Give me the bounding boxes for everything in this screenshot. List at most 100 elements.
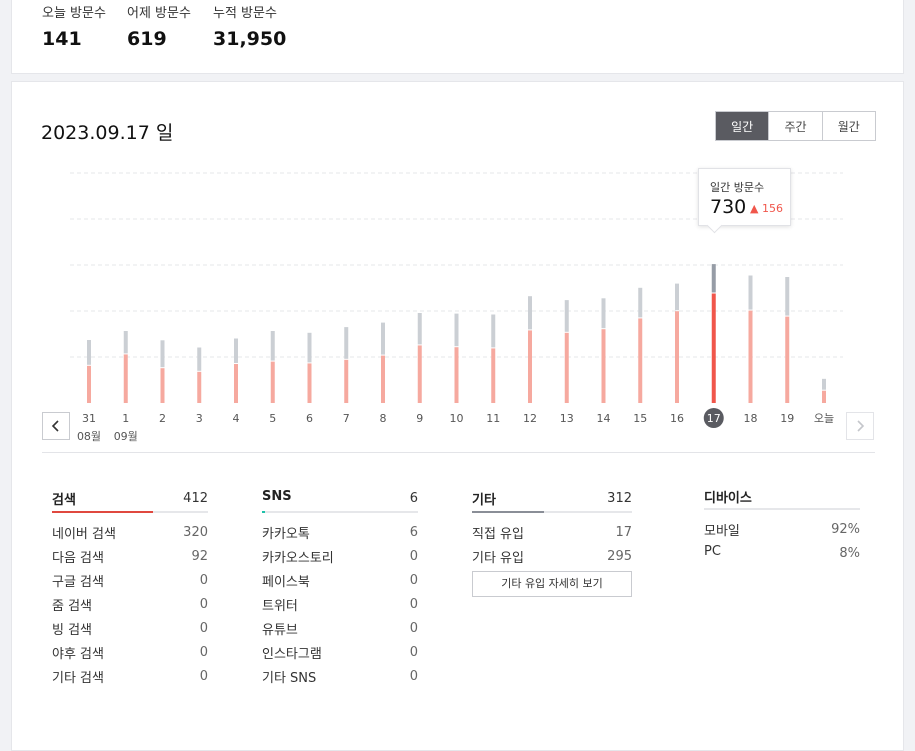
- search-row: 네이버 검색 320: [52, 518, 208, 542]
- panel-sns-total: 6: [409, 491, 418, 506]
- bar-total[interactable]: [491, 314, 496, 348]
- bar-visits[interactable]: [234, 364, 238, 403]
- bar-visits[interactable]: [748, 310, 753, 403]
- bar-total[interactable]: [87, 340, 91, 365]
- bar-total[interactable]: [307, 332, 312, 363]
- sns-row: 기타 SNS 0: [262, 662, 418, 686]
- tooltip-label: 일간 방문수: [710, 181, 765, 194]
- bar-visits[interactable]: [307, 363, 312, 403]
- panel-search-title: 검색: [52, 493, 76, 508]
- x-tick-label[interactable]: 8: [380, 412, 387, 425]
- sns-row-value: 0: [409, 621, 418, 636]
- search-row-value: 320: [183, 525, 208, 540]
- bar-total[interactable]: [197, 347, 202, 371]
- bar-total[interactable]: [381, 322, 385, 355]
- panel-etc-total: 312: [607, 491, 632, 506]
- x-tick-label[interactable]: 18: [744, 412, 758, 425]
- x-tick-label[interactable]: 3: [196, 412, 203, 425]
- tooltip-delta-value: 156: [761, 202, 783, 215]
- bar-visits[interactable]: [711, 293, 716, 404]
- search-row: 구글 검색 0: [52, 566, 208, 590]
- chart-prev-button[interactable]: [42, 412, 70, 440]
- bar-visits[interactable]: [638, 318, 643, 403]
- stat-total-value: 31,950: [213, 28, 287, 50]
- x-tick-label[interactable]: 9: [416, 412, 423, 425]
- x-tick-label[interactable]: 13: [560, 412, 574, 425]
- bar-visits[interactable]: [344, 359, 349, 403]
- chevron-left-icon: [51, 420, 59, 432]
- x-tick-label[interactable]: 12: [523, 412, 537, 425]
- search-row: 줌 검색 0: [52, 590, 208, 614]
- panel-etc: 기타 312 직접 유입 17 기타 유입 295 기타 유입 자세히 보기: [472, 477, 632, 597]
- bar-total[interactable]: [528, 296, 532, 330]
- bar-total[interactable]: [234, 338, 238, 364]
- x-tick-label[interactable]: 17: [707, 412, 721, 425]
- bar-visits[interactable]: [123, 354, 128, 403]
- x-tick-label[interactable]: 4: [233, 412, 240, 425]
- device-row-value: 8%: [839, 546, 860, 561]
- chart-tooltip: 일간 방문수 730 ▲ 156: [698, 168, 791, 226]
- bar-visits[interactable]: [601, 329, 606, 403]
- x-tick-label[interactable]: 14: [597, 412, 611, 425]
- bar-total[interactable]: [123, 331, 128, 354]
- bar-total[interactable]: [601, 298, 606, 329]
- panel-search: 검색 412 네이버 검색 320 다음 검색 92 구글 검색 0 줌 검색 0 빙 …: [52, 477, 208, 686]
- chart-next-button[interactable]: [846, 412, 874, 440]
- x-tick-label[interactable]: 5: [269, 412, 276, 425]
- x-tick-label[interactable]: 11: [486, 412, 500, 425]
- bar-visits[interactable]: [87, 365, 91, 403]
- bar-total[interactable]: [785, 277, 790, 316]
- etc-detail-button[interactable]: 기타 유입 자세히 보기: [472, 571, 632, 597]
- bar-visits[interactable]: [160, 368, 165, 403]
- x-tick-label[interactable]: 1: [122, 412, 129, 425]
- stat-yesterday-label: 어제 방문수: [127, 6, 191, 21]
- search-row-label: 기타 검색: [52, 671, 104, 686]
- x-tick-label[interactable]: 15: [633, 412, 647, 425]
- sns-row-label: 페이스북: [262, 575, 310, 590]
- bar-total[interactable]: [417, 313, 422, 345]
- bar-visits[interactable]: [564, 332, 569, 403]
- x-tick-label[interactable]: 31: [82, 412, 96, 425]
- bar-total[interactable]: [270, 331, 275, 361]
- bar-visits[interactable]: [675, 311, 679, 403]
- search-row-label: 구글 검색: [52, 575, 104, 590]
- x-tick-label[interactable]: 19: [780, 412, 794, 425]
- device-row-value: 92%: [831, 522, 860, 537]
- etc-row-label: 직접 유입: [472, 527, 524, 542]
- etc-row-value: 295: [607, 549, 632, 564]
- etc-row: 기타 유입 295: [472, 542, 632, 566]
- bar-total[interactable]: [638, 287, 643, 318]
- bar-total[interactable]: [564, 300, 569, 332]
- device-row-label: 모바일: [704, 524, 740, 539]
- sns-row-label: 인스타그램: [262, 647, 322, 662]
- bar-total[interactable]: [160, 340, 165, 368]
- bar-visits[interactable]: [454, 347, 459, 403]
- panel-search-header: 검색 412: [52, 477, 208, 513]
- bar-total[interactable]: [675, 283, 679, 311]
- panel-search-bar: [52, 511, 153, 513]
- x-tick-label[interactable]: 7: [343, 412, 350, 425]
- sns-row: 트위터 0: [262, 590, 418, 614]
- bar-visits[interactable]: [417, 345, 422, 403]
- x-tick-label[interactable]: 10: [450, 412, 464, 425]
- bar-total[interactable]: [344, 327, 349, 359]
- bar-visits[interactable]: [270, 361, 275, 403]
- bar-total[interactable]: [711, 264, 716, 293]
- bar-total[interactable]: [454, 313, 459, 347]
- bar-visits[interactable]: [528, 330, 532, 403]
- x-tick-label[interactable]: 16: [670, 412, 684, 425]
- x-tick-label[interactable]: 6: [306, 412, 313, 425]
- bar-visits[interactable]: [381, 355, 385, 403]
- x-tick-label[interactable]: 2: [159, 412, 166, 425]
- bar-total[interactable]: [822, 378, 826, 390]
- x-tick-label[interactable]: 오늘: [814, 412, 834, 425]
- bar-total[interactable]: [748, 275, 753, 310]
- bar-visits[interactable]: [491, 348, 496, 403]
- search-row-label: 다음 검색: [52, 551, 104, 566]
- etc-row-label: 기타 유입: [472, 551, 524, 566]
- panel-search-total: 412: [183, 491, 208, 506]
- bar-visits[interactable]: [197, 371, 202, 403]
- bar-visits[interactable]: [822, 390, 826, 403]
- panel-sns-header: SNS 6: [262, 477, 418, 513]
- bar-visits[interactable]: [785, 316, 790, 403]
